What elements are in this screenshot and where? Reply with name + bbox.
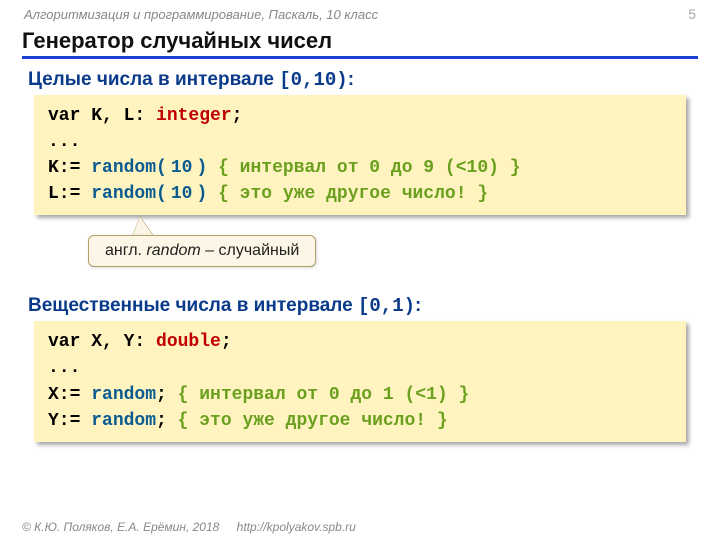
callout-wrapper: англ. random – случайный [0, 225, 720, 285]
code-block-integers: var K, L: integer; ... K:= random(10) { … [34, 95, 686, 215]
copyright-text: © К.Ю. Поляков, Е.А. Ерёмин, 2018 [22, 520, 219, 534]
footer-link: http://kpolyakov.spb.ru [237, 520, 356, 534]
page-number: 5 [688, 6, 696, 22]
slide-footer: © К.Ю. Поляков, Е.А. Ерёмин, 2018 http:/… [22, 520, 356, 534]
section2-label: Вещественные числа в интервале [0,1): [28, 295, 692, 317]
course-line: Алгоритмизация и программирование, Паска… [24, 7, 378, 22]
callout-tail [132, 217, 154, 237]
section1-label: Целые числа в интервале [0,10): [28, 69, 692, 91]
callout-random-translation: англ. random – случайный [88, 235, 316, 267]
code-block-doubles: var X, Y: double; ... X:= random; { инте… [34, 321, 686, 441]
slide-header: Алгоритмизация и программирование, Паска… [0, 0, 720, 22]
slide-title: Генератор случайных чисел [22, 28, 698, 59]
